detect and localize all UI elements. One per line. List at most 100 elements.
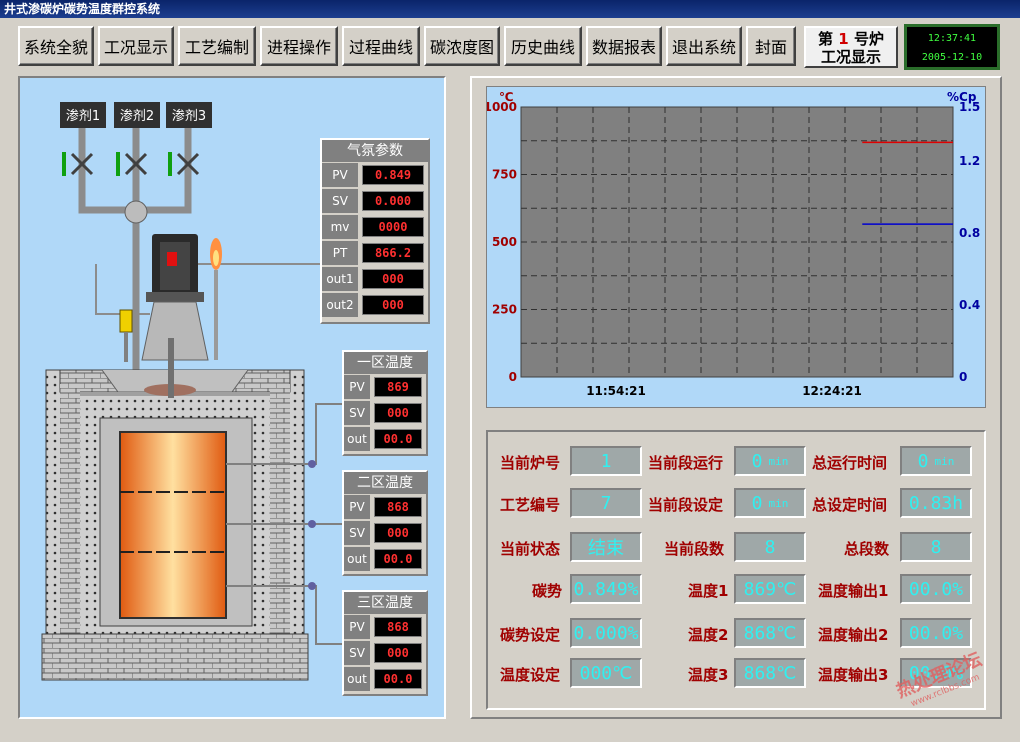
window-title: 井式渗碳炉碳势温度群控系统 — [0, 0, 1020, 18]
nav-exit-button[interactable]: 退出系统 — [666, 26, 742, 66]
tout2-value: 00.0% — [900, 618, 972, 648]
nav-report-button[interactable]: 数据报表 — [586, 26, 662, 66]
zone1-pv-label: PV — [344, 375, 370, 399]
thermocouple-icon — [308, 582, 316, 590]
clock-date: 2005-12-10 — [921, 52, 983, 63]
atm-mv-value: 0000 — [362, 217, 424, 237]
zone3-sv-value: 000 — [374, 643, 422, 663]
zone2-pv-value: 868 — [374, 497, 422, 517]
toolbar: 系统全貌 工况显示 工艺编制 进程操作 过程曲线 碳浓度图 历史曲线 数据报表 … — [0, 18, 1020, 76]
furnace-no-label: 当前炉号 — [500, 454, 561, 472]
left-tick-label: 750 — [492, 168, 517, 182]
zone2-panel: 二区温度 PV 868 SV 000 out 00.0 — [342, 470, 428, 576]
zone1-out-value: 00.0 — [374, 429, 422, 449]
carbon-label: 碳势 — [532, 582, 563, 600]
zone1-sv-value: 000 — [374, 403, 422, 423]
furnace-number: 1 — [838, 30, 849, 48]
zone3-title: 三区温度 — [344, 592, 426, 614]
atm-out1-value: 000 — [362, 269, 424, 289]
zone1-sv-label: SV — [344, 401, 370, 425]
cur-seg-set-number: 0 — [751, 492, 763, 514]
flame-icon — [210, 238, 222, 360]
atm-mv-label: mv — [322, 215, 358, 239]
min-unit: min — [934, 454, 955, 468]
valve-icon[interactable] — [168, 152, 200, 176]
nav-history-curve-button[interactable]: 历史曲线 — [504, 26, 582, 66]
cur-seg-set-label: 当前段设定 — [648, 496, 724, 514]
cur-seg-no-value: 8 — [734, 532, 806, 562]
clock-time: 12:37:41 — [927, 33, 977, 44]
motor-icon — [141, 234, 209, 361]
atmosphere-panel: 气氛参数 PV 0.849 SV 0.000 mv 0000 PT 866.2 out1… — [320, 138, 430, 324]
furnace-prefix: 第 — [818, 30, 834, 48]
cur-seg-set-value: 0 min — [734, 488, 806, 518]
total-seg-value: 8 — [900, 532, 972, 562]
zone3-pv-value: 868 — [374, 617, 422, 637]
zone2-sv-value: 000 — [374, 523, 422, 543]
furnace-no-value: 1 — [570, 446, 642, 476]
clock-display: 12:37:41 2005-12-10 — [904, 24, 1000, 70]
temp3-label: 温度3 — [688, 666, 729, 684]
atm-pv-value: 0.849 — [362, 165, 424, 185]
agent-tank-3[interactable]: 渗剂3 — [166, 102, 212, 128]
agent-2-label: 渗剂2 — [120, 109, 154, 124]
state-value: 结束 — [570, 532, 642, 562]
cur-seg-run-value: 0 min — [734, 446, 806, 476]
tout1-value: 00.0% — [900, 574, 972, 604]
temp-set-label: 温度设定 — [500, 666, 561, 684]
zone2-pv-label: PV — [344, 495, 370, 519]
nav-cover-button[interactable]: 封面 — [746, 26, 796, 66]
nav-carbon-chart-button[interactable]: 碳浓度图 — [424, 26, 500, 66]
atm-pt-label: PT — [322, 241, 358, 265]
min-unit: min — [768, 454, 789, 468]
total-seg-label: 总段数 — [844, 540, 890, 558]
left-tick-label: 500 — [492, 235, 517, 249]
sensor-icon — [119, 309, 133, 333]
zone2-out-label: out — [344, 547, 370, 571]
zone2-out-value: 00.0 — [374, 549, 422, 569]
atm-out1-label: out1 — [322, 267, 358, 291]
signal-line — [95, 263, 320, 315]
nav-operation-button[interactable]: 进程操作 — [260, 26, 338, 66]
x-tick-label: 11:54:21 — [586, 384, 646, 398]
valve-icon[interactable] — [62, 152, 94, 176]
nav-overview-button[interactable]: 系统全貌 — [18, 26, 94, 66]
agent-tank-1[interactable]: 渗剂1 — [60, 102, 106, 128]
nav-process-edit-button[interactable]: 工艺编制 — [178, 26, 256, 66]
zone3-out-label: out — [344, 667, 370, 691]
temp2-value: 868℃ — [734, 618, 806, 648]
atm-pv-label: PV — [322, 163, 358, 187]
atm-sv-label: SV — [322, 189, 358, 213]
furnace-suffix: 号炉 — [853, 30, 884, 48]
cur-seg-run-label: 当前段运行 — [648, 454, 724, 472]
agent-1-label: 渗剂1 — [66, 109, 100, 124]
furnace-diagram-panel: 渗剂1 渗剂2 渗剂3 气氛参数 PV 0.849 SV 0.000 mv 00… — [18, 76, 446, 719]
nav-status-button[interactable]: 工况显示 — [98, 26, 174, 66]
trend-chart-box: ℃ %Cp 1000 750 500 250 0 1.5 1.2 0.8 0.4 0 11:54… — [484, 86, 986, 408]
right-tick-label: 0.8 — [959, 226, 980, 240]
agent-tank-2[interactable]: 渗剂2 — [114, 102, 160, 128]
zone3-pv-label: PV — [344, 615, 370, 639]
zone3-panel: 三区温度 PV 868 SV 000 out 00.0 — [342, 590, 428, 696]
cur-seg-run-number: 0 — [751, 450, 763, 472]
right-tick-label: 0 — [959, 370, 967, 384]
temp1-value: 869℃ — [734, 574, 806, 604]
atm-out2-value: 000 — [362, 295, 424, 315]
process-no-value: 7 — [570, 488, 642, 518]
zone2-sv-label: SV — [344, 521, 370, 545]
atm-pt-value: 866.2 — [362, 243, 424, 263]
right-tick-label: 1.2 — [959, 154, 980, 168]
nav-process-curve-button[interactable]: 过程曲线 — [342, 26, 420, 66]
left-tick-label: 1000 — [487, 100, 517, 114]
trend-chart: ℃ %Cp 10007505002500 1.51.20.80.40 11:54… — [484, 90, 981, 398]
valve-icon[interactable] — [116, 152, 148, 176]
furnace-load — [119, 431, 227, 619]
agent-3-label: 渗剂3 — [172, 109, 206, 124]
total-run-label: 总运行时间 — [812, 454, 888, 472]
status-info-panel: 当前炉号 1 当前段运行 0 min 总运行时间 0 min 工艺编号 7 当前段设… — [486, 430, 986, 710]
furnace-selector[interactable]: 第 1 号炉 工况显示 — [804, 26, 898, 68]
sensor-rod — [124, 332, 128, 362]
total-set-label: 总设定时间 — [812, 496, 888, 514]
right-panel: ℃ %Cp 1000 750 500 250 0 1.5 1.2 0.8 0.4 0 11:54… — [470, 76, 1002, 719]
zone1-pv-value: 869 — [374, 377, 422, 397]
